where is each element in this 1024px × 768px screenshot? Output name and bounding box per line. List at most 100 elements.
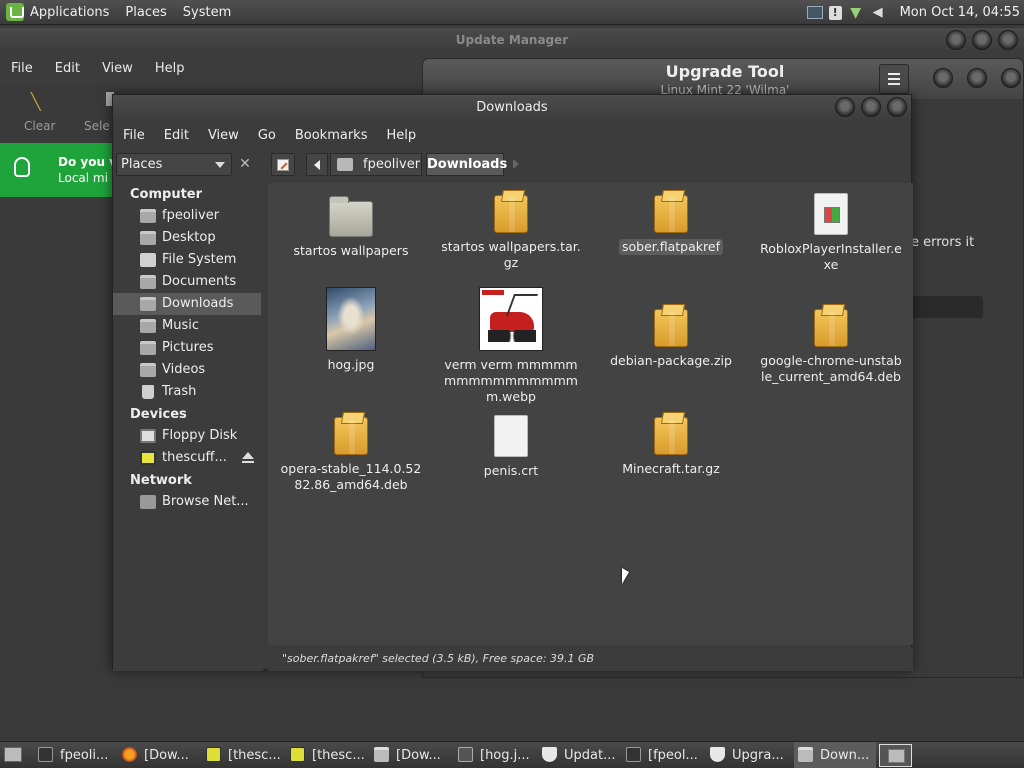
menu-help[interactable]: Help (386, 128, 416, 143)
update-manager-info-banner: Do you v Local mi (0, 143, 117, 197)
file-item[interactable]: google-chrome-unstable_current_amd64.deb (756, 309, 906, 385)
close-sidebar-button[interactable]: ✕ (234, 153, 256, 176)
sidebar-item-filesystem[interactable]: File System (113, 249, 261, 271)
file-item[interactable]: startos wallpapers (276, 195, 426, 259)
sidebar-item-documents[interactable]: Documents (113, 271, 261, 293)
workspace-switcher[interactable] (879, 744, 912, 767)
menu-file[interactable]: File (123, 128, 145, 143)
maximize-button[interactable] (972, 30, 992, 50)
home-folder-icon (140, 209, 156, 223)
file-manager-title[interactable]: Downloads (113, 95, 911, 121)
taskbar-item-usb-1[interactable]: [thesc... (206, 742, 288, 768)
volume-icon[interactable]: ◀ (870, 5, 886, 21)
floppy-disk-icon (140, 429, 156, 443)
file-item[interactable]: opera-stable_114.0.5282.86_amd64.deb (276, 417, 426, 493)
sidebar-item-trash[interactable]: Trash (113, 381, 261, 403)
sidebar-section-network: Network (130, 473, 192, 488)
file-item[interactable]: verm verm mmmmmmmmmmmmmmmmm.webp (436, 287, 586, 405)
show-desktop-button[interactable] (4, 747, 22, 762)
menu-help[interactable]: Help (155, 58, 185, 80)
menu-file[interactable]: File (11, 58, 33, 80)
file-item[interactable]: RobloxPlayerInstaller.exe (756, 193, 906, 273)
network-icon[interactable] (806, 6, 823, 19)
mint-logo-icon[interactable] (6, 3, 24, 21)
places-sidebar: Computer fpeoliver Desktop File System D… (113, 183, 263, 671)
archive-icon (494, 195, 528, 233)
taskbar-item-update-manager[interactable]: Updat... (542, 742, 624, 768)
taskbar-item-downloads-active[interactable]: Down... (794, 742, 876, 768)
minimize-button[interactable] (946, 30, 966, 50)
menu-view[interactable]: View (102, 58, 133, 80)
maximize-button[interactable] (861, 97, 881, 117)
taskbar-item-terminal[interactable]: fpeoli... (38, 742, 120, 768)
menu-bookmarks[interactable]: Bookmarks (295, 128, 368, 143)
clock[interactable]: Mon Oct 14, 04:55 (900, 5, 1020, 20)
hamburger-icon-line (888, 78, 900, 80)
sidebar-item-downloads[interactable]: Downloads (113, 293, 261, 315)
close-button[interactable] (998, 30, 1018, 50)
sidebar-item-music[interactable]: Music (113, 315, 261, 337)
sidebar-item-home[interactable]: fpeoliver (113, 205, 261, 227)
file-item[interactable]: hog.jpg (276, 287, 426, 373)
file-item[interactable]: debian-package.zip (596, 309, 746, 369)
hamburger-menu-button[interactable] (879, 64, 909, 94)
toggle-location-entry-button[interactable] (271, 153, 295, 176)
banner-text: Local mi (58, 171, 108, 185)
menu-places[interactable]: Places (125, 5, 166, 20)
maximize-button[interactable] (967, 68, 987, 88)
menu-edit[interactable]: Edit (164, 128, 189, 143)
select-all-button[interactable]: Sele (84, 119, 110, 133)
file-name: penis.crt (483, 463, 539, 478)
eject-icon[interactable] (242, 452, 254, 463)
breadcrumb-home[interactable]: fpeoliver (330, 153, 422, 176)
taskbar-item-image-viewer[interactable]: [hog.j... (458, 742, 540, 768)
file-item[interactable]: Minecraft.tar.gz (596, 417, 746, 477)
upgrade-tool-body-text: e errors it (911, 235, 975, 250)
network-folder-icon (140, 495, 156, 509)
image-thumbnail (326, 287, 376, 351)
filesystem-icon (140, 253, 156, 267)
menu-edit[interactable]: Edit (55, 58, 80, 80)
update-manager-title[interactable]: Update Manager (0, 28, 1024, 52)
menu-go[interactable]: Go (258, 128, 276, 143)
sidebar-item-desktop[interactable]: Desktop (113, 227, 261, 249)
sidebar-item-label: Downloads (162, 296, 234, 311)
menu-system[interactable]: System (183, 5, 231, 20)
sidebar-item-label: File System (162, 252, 237, 267)
sidebar-item-browse-network[interactable]: Browse Net... (113, 491, 261, 513)
file-item[interactable]: penis.crt (436, 415, 586, 479)
taskbar-item-terminal-2[interactable]: [fpeol... (626, 742, 708, 768)
sidebar-item-videos[interactable]: Videos (113, 359, 261, 381)
breadcrumb-back-button[interactable] (306, 153, 328, 176)
taskbar-item-usb-2[interactable]: [thesc... (290, 742, 372, 768)
clear-button[interactable]: Clear (24, 119, 55, 133)
file-icon-view[interactable]: startos wallpapers startos wallpapers.ta… (268, 183, 913, 645)
close-button[interactable] (887, 97, 907, 117)
taskbar-item-firefox[interactable]: [Dow... (122, 742, 204, 768)
shield-icon (710, 747, 725, 762)
taskbar-item-upgrade-tool[interactable]: Upgra... (710, 742, 792, 768)
taskbar-item-downloads-1[interactable]: [Dow... (374, 742, 456, 768)
sidebar-item-usb-drive[interactable]: thescuff... (113, 447, 261, 469)
archive-icon (814, 309, 848, 347)
sidebar-item-pictures[interactable]: Pictures (113, 337, 261, 359)
taskbar-item-label: Updat... (564, 748, 616, 763)
taskbar-item-label: [fpeol... (648, 748, 698, 763)
sidebar-item-floppy[interactable]: Floppy Disk (113, 425, 261, 447)
sidebar-places-dropdown[interactable]: Places (116, 153, 232, 176)
breadcrumb-forward-button[interactable] (513, 159, 519, 169)
pictures-folder-icon (140, 341, 156, 355)
minimize-button[interactable] (835, 97, 855, 117)
file-item-selected[interactable]: sober.flatpakref (596, 195, 746, 255)
close-button[interactable] (1001, 68, 1021, 88)
taskbar-item-label: [Dow... (396, 748, 441, 763)
menu-view[interactable]: View (208, 128, 239, 143)
menu-applications[interactable]: Applications (30, 5, 109, 20)
update-notification-icon[interactable]: ! (828, 5, 842, 20)
sidebar-item-label: Videos (162, 362, 206, 377)
shield-icon[interactable]: ▼ (848, 5, 864, 21)
taskbar-item-label: [thesc... (228, 748, 281, 763)
breadcrumb-current[interactable]: Downloads (426, 153, 507, 176)
minimize-button[interactable] (933, 68, 953, 88)
file-item[interactable]: startos wallpapers.tar.gz (436, 195, 586, 271)
